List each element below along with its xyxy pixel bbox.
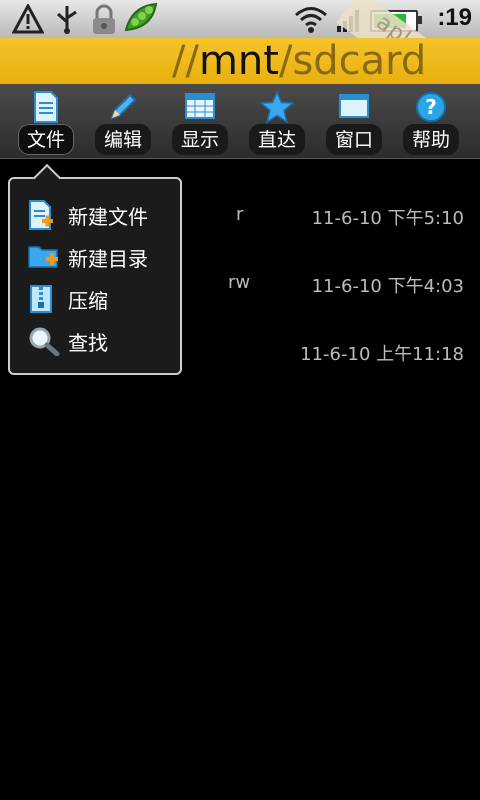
file-permission: rw (228, 272, 251, 293)
search-icon (29, 327, 60, 356)
file-dropdown-menu: 新建文件 新建目录 压缩 查找 (8, 177, 182, 375)
path-separator: / (278, 38, 293, 84)
path-bar[interactable]: //mnt/sdcard (0, 38, 480, 84)
menu-item-search[interactable]: 查找 (10, 320, 180, 360)
file-permission: r (236, 204, 244, 225)
status-bar: :19 apk8.com (0, 0, 480, 38)
new-file-icon (29, 200, 53, 230)
menu-item-new-folder-label: 新建目录 (68, 247, 148, 271)
path-segment-current[interactable]: mnt (199, 38, 279, 84)
toolbar-view-button[interactable]: 显示 (162, 84, 238, 158)
menu-item-new-file-label: 新建文件 (68, 205, 148, 229)
new-folder-icon (28, 246, 58, 268)
toolbar-view-label: 显示 (171, 124, 229, 155)
path-segment-sdcard[interactable]: sdcard (292, 38, 426, 84)
help-icon: ? (416, 92, 446, 122)
window-icon (339, 94, 369, 118)
menu-item-new-folder[interactable]: 新建目录 (10, 236, 180, 276)
current-path[interactable]: //mnt/sdcard (172, 38, 426, 84)
toolbar-file-label: 文件 (17, 124, 75, 155)
toolbar-window-label: 窗口 (325, 124, 383, 155)
file-date: 11-6-10 上午11:18 (300, 344, 464, 365)
toolbar-goto-label: 直达 (248, 124, 306, 155)
toolbar-window-button[interactable]: 窗口 (316, 84, 392, 158)
menu-item-compress-label: 压缩 (68, 289, 108, 313)
wifi-icon (295, 7, 327, 33)
document-icon (34, 91, 58, 123)
pea-pod-icon (124, 2, 158, 32)
main-toolbar: 文件 编辑 显示 直达 窗口 ? 帮助 (0, 84, 480, 159)
menu-item-compress[interactable]: 压缩 (10, 278, 180, 318)
grid-view-icon (185, 93, 215, 119)
menu-item-new-file[interactable]: 新建文件 (10, 194, 180, 234)
menu-item-search-label: 查找 (68, 331, 108, 355)
toolbar-help-button[interactable]: ? 帮助 (393, 84, 469, 158)
star-icon (260, 91, 294, 123)
warning-icon (12, 4, 44, 34)
lock-icon (93, 4, 115, 34)
toolbar-edit-label: 编辑 (94, 124, 152, 155)
toolbar-goto-button[interactable]: 直达 (239, 84, 315, 158)
path-prefix[interactable]: // (172, 38, 199, 84)
pencil-icon (110, 93, 137, 120)
file-date: 11-6-10 下午5:10 (311, 208, 464, 229)
file-date: 11-6-10 下午4:03 (311, 276, 464, 297)
toolbar-file-button[interactable]: 文件 (8, 84, 84, 158)
svg-text:?: ? (425, 95, 437, 119)
toolbar-help-label: 帮助 (402, 124, 460, 155)
compress-icon (30, 285, 52, 313)
status-clock: :19 (437, 4, 472, 31)
usb-icon (57, 6, 77, 34)
toolbar-edit-button[interactable]: 编辑 (85, 84, 161, 158)
